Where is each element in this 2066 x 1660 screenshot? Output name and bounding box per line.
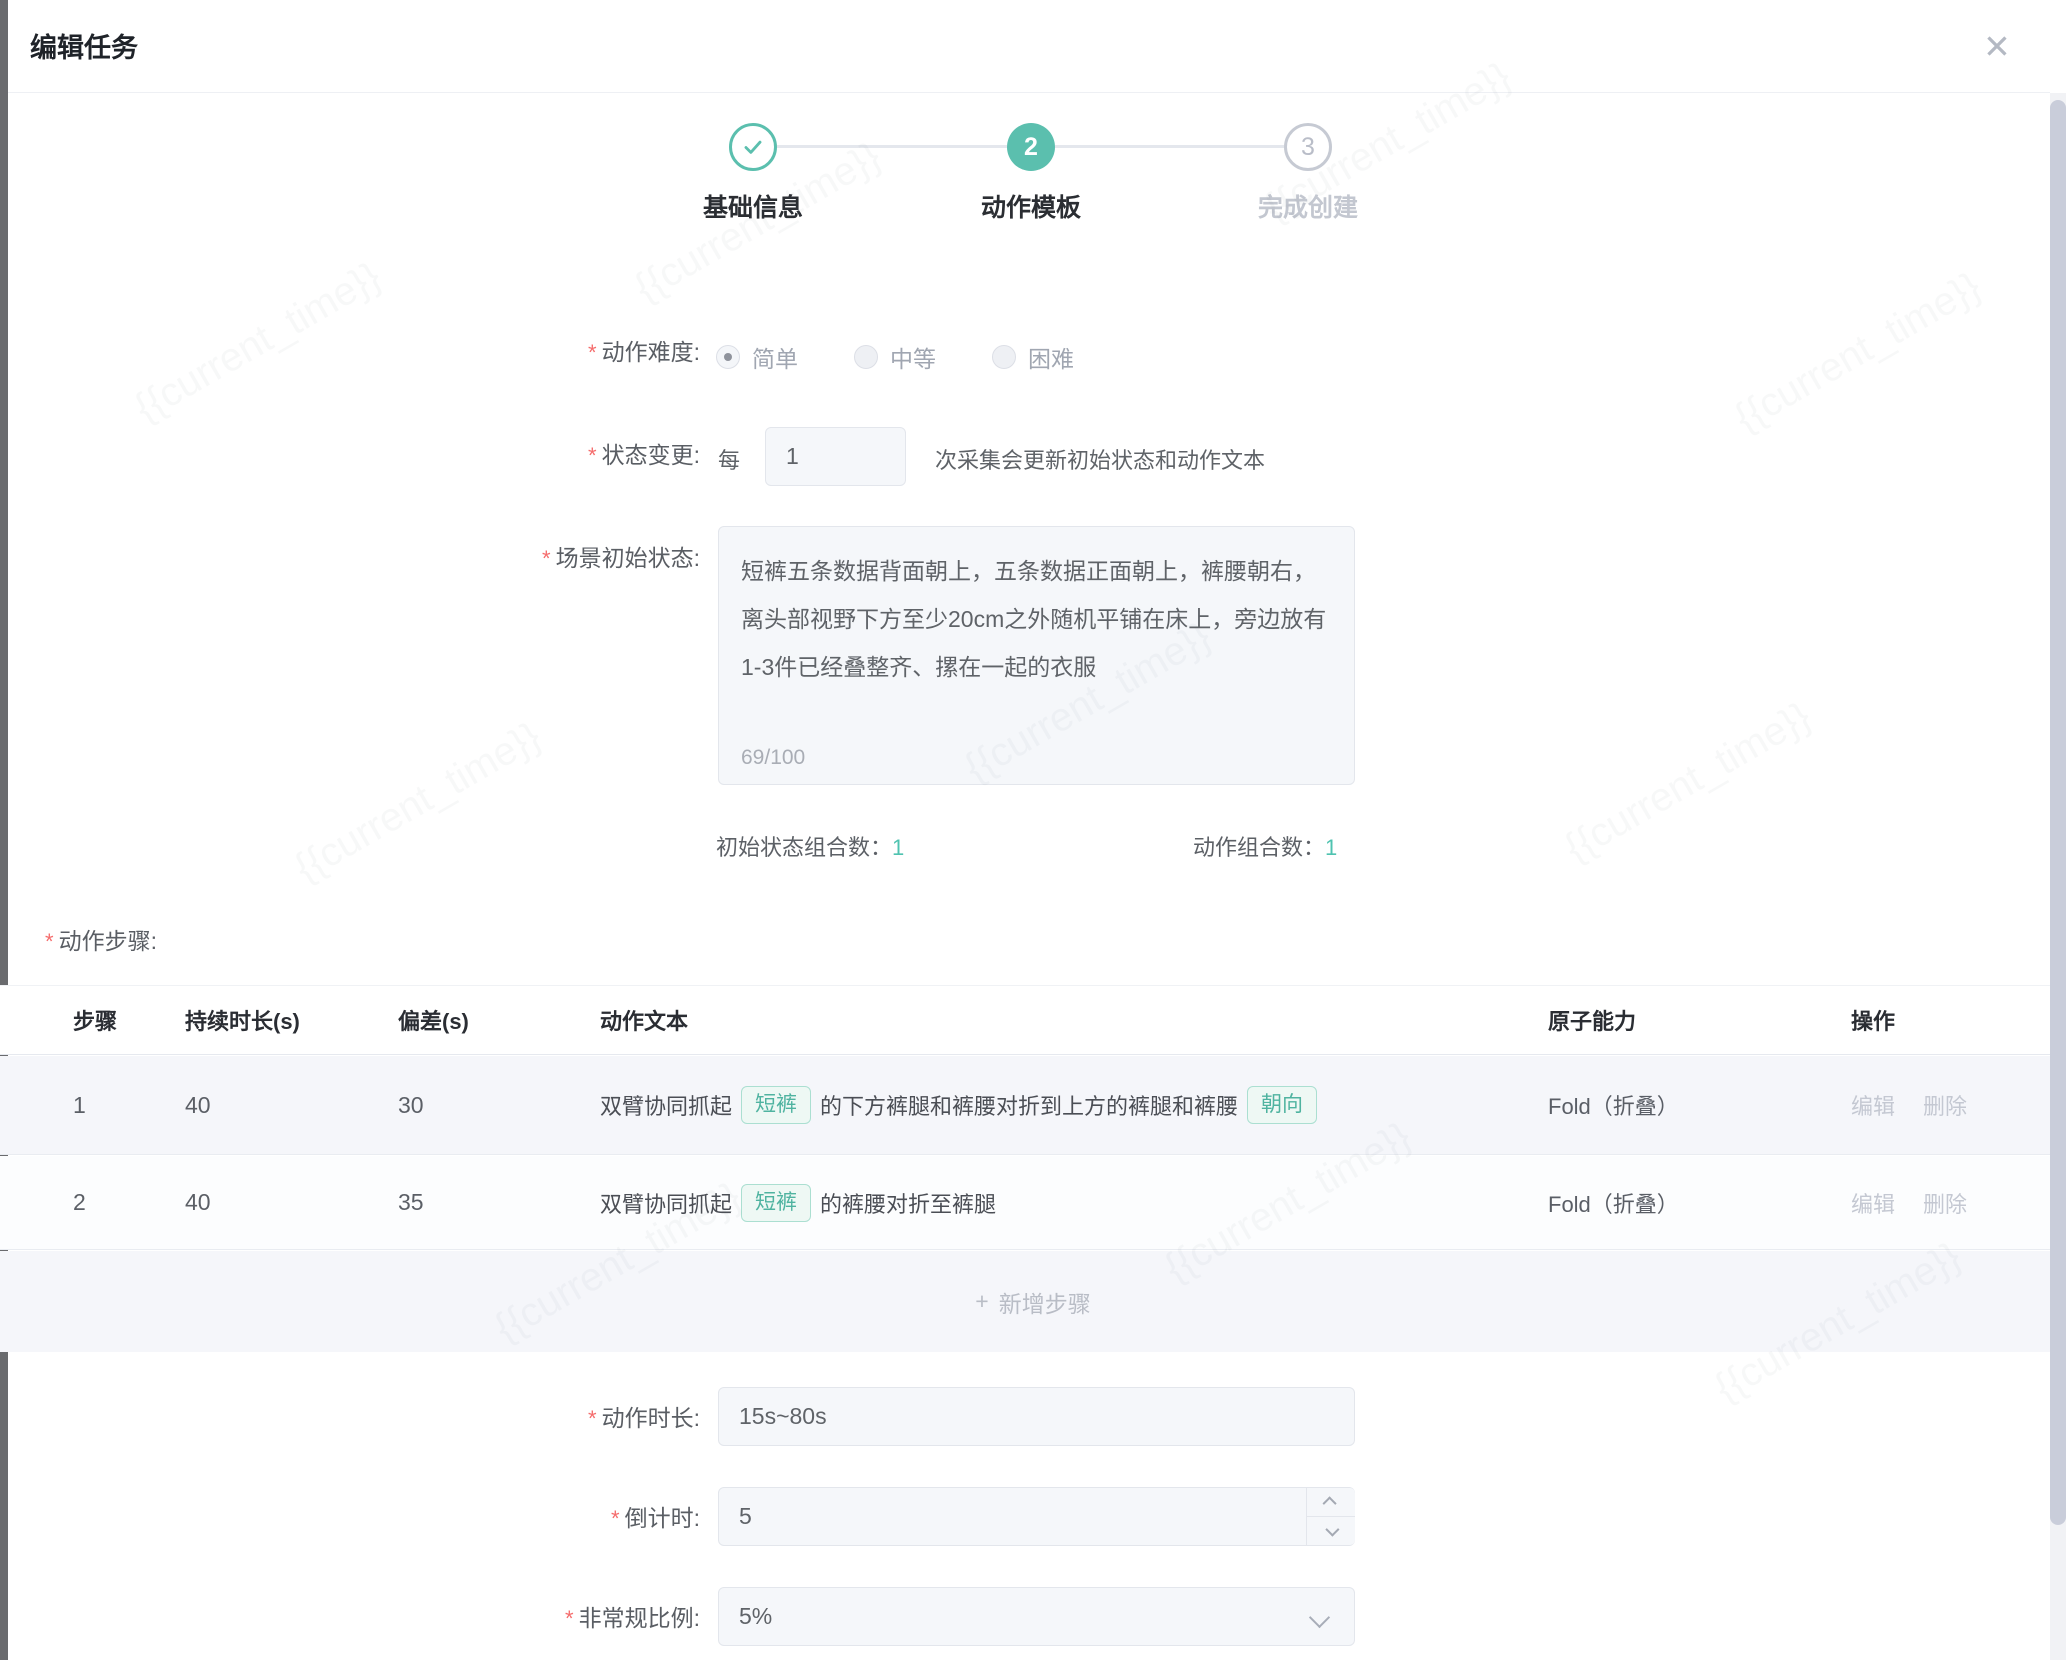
chevron-up-icon	[1323, 1496, 1337, 1510]
close-icon[interactable]: ✕	[1975, 24, 2019, 68]
delete-link[interactable]: 删除	[1923, 1187, 1967, 1219]
scrollbar-thumb[interactable]	[2050, 100, 2066, 1525]
duration-label: *动作时长:	[340, 1404, 700, 1433]
cell-ability: Fold（折叠）	[1548, 1089, 1851, 1121]
scene-state-textarea[interactable]: 短裤五条数据背面朝上，五条数据正面朝上，裤腰朝右，离头部视野下方至少20cm之外…	[719, 527, 1354, 723]
step-2-label: 动作模板	[911, 188, 1151, 224]
col-operations: 操作	[1851, 1004, 2066, 1036]
action-steps-label: *动作步骤:	[45, 922, 157, 956]
action-text-part: 的裤腰对折至裤腿	[820, 1187, 996, 1219]
orientation-tag[interactable]: 朝向	[1247, 1086, 1317, 1124]
edit-link[interactable]: 编辑	[1851, 1187, 1895, 1219]
spinner-increase-button[interactable]	[1307, 1488, 1355, 1517]
action-text-part: 双臂协同抓起	[600, 1187, 732, 1219]
radio-hard[interactable]: 困难	[992, 340, 1074, 374]
countdown-label: *倒计时:	[340, 1504, 700, 1533]
scene-state-label: *场景初始状态:	[340, 544, 700, 573]
cell-deviation: 35	[398, 1189, 600, 1216]
initial-combo-count: 初始状态组合数：1	[716, 830, 904, 862]
chevron-down-icon	[1325, 1523, 1339, 1537]
edit-task-dialog: {{current_time}} {{current_time}} {{curr…	[0, 0, 2066, 1660]
watermark-text: {{current_time}}	[1557, 694, 1818, 871]
object-tag[interactable]: 短裤	[741, 1184, 811, 1222]
cell-operations: 编辑 删除	[1851, 1089, 2066, 1121]
add-step-label: 新增步骤	[999, 1285, 1091, 1319]
step-1-label: 基础信息	[633, 188, 873, 224]
cell-step: 1	[73, 1092, 185, 1119]
difficulty-label: *动作难度:	[340, 338, 700, 367]
watermark-text: {{current_time}}	[287, 714, 548, 891]
radio-medium[interactable]: 中等	[854, 340, 936, 374]
radio-dot-icon	[992, 345, 1016, 369]
action-combo-count: 动作组合数：1	[1193, 830, 1337, 862]
header-divider	[8, 92, 2050, 93]
col-action-text: 动作文本	[600, 1004, 1548, 1036]
cell-action-text: 双臂协同抓起 短裤 的下方裤腿和裤腰对折到上方的裤腿和裤腰 朝向	[600, 1086, 1548, 1124]
required-asterisk: *	[588, 443, 597, 468]
unusual-ratio-label: *非常规比例:	[340, 1604, 700, 1633]
stepper-connector-2	[1055, 145, 1284, 148]
cell-ability: Fold（折叠）	[1548, 1187, 1851, 1219]
initial-combo-value: 1	[892, 835, 904, 860]
step-2-circle[interactable]: 2	[1007, 123, 1055, 171]
delete-link[interactable]: 删除	[1923, 1089, 1967, 1121]
required-asterisk: *	[611, 1506, 620, 1531]
radio-medium-label: 中等	[890, 340, 936, 374]
col-deviation: 偏差(s)	[398, 1004, 600, 1036]
edit-link[interactable]: 编辑	[1851, 1089, 1895, 1121]
action-text-part: 的下方裤腿和裤腰对折到上方的裤腿和裤腰	[820, 1089, 1238, 1121]
table-row: 2 40 35 双臂协同抓起 短裤 的裤腰对折至裤腿 Fold（折叠） 编辑 删…	[0, 1156, 2066, 1250]
cell-step: 2	[73, 1189, 185, 1216]
step-3-circle[interactable]: 3	[1284, 123, 1332, 171]
state-change-label: *状态变更:	[340, 441, 700, 470]
cell-duration: 40	[185, 1189, 398, 1216]
step-1-circle[interactable]	[729, 123, 777, 171]
cell-duration: 40	[185, 1092, 398, 1119]
dialog-title: 编辑任务	[30, 26, 138, 65]
stepper-connector-1	[777, 145, 1007, 148]
action-combo-value: 1	[1325, 835, 1337, 860]
char-counter: 69/100	[741, 746, 805, 770]
action-text-part: 双臂协同抓起	[600, 1089, 732, 1121]
required-asterisk: *	[45, 929, 54, 954]
required-asterisk: *	[588, 1406, 597, 1431]
check-icon	[740, 134, 766, 160]
col-duration: 持续时长(s)	[185, 1004, 398, 1036]
unusual-ratio-select[interactable]	[718, 1587, 1355, 1646]
number-spinner	[1306, 1488, 1355, 1545]
plus-icon: +	[975, 1288, 988, 1315]
watermark-text: {{current_time}}	[1727, 264, 1988, 441]
step-3-label: 完成创建	[1188, 188, 1428, 224]
required-asterisk: *	[542, 546, 551, 571]
countdown-input[interactable]	[718, 1487, 1355, 1546]
radio-dot-icon	[716, 345, 740, 369]
radio-hard-label: 困难	[1028, 340, 1074, 374]
state-change-suffix: 次采集会更新初始状态和动作文本	[935, 443, 1265, 475]
scene-state-textarea-box: 短裤五条数据背面朝上，五条数据正面朝上，裤腰朝右，离头部视野下方至少20cm之外…	[718, 526, 1355, 785]
steps-table-header: 步骤 持续时长(s) 偏差(s) 动作文本 原子能力 操作	[0, 985, 2066, 1055]
state-change-prefix: 每	[718, 443, 740, 475]
required-asterisk: *	[588, 340, 597, 365]
col-ability: 原子能力	[1548, 1004, 1851, 1036]
col-step: 步骤	[73, 1004, 185, 1036]
cell-action-text: 双臂协同抓起 短裤 的裤腰对折至裤腿	[600, 1184, 1548, 1222]
scrollbar-track[interactable]	[2050, 93, 2066, 1660]
add-step-button[interactable]: + 新增步骤	[975, 1285, 1090, 1319]
state-change-input[interactable]	[765, 427, 906, 486]
object-tag[interactable]: 短裤	[741, 1086, 811, 1124]
table-row: 1 40 30 双臂协同抓起 短裤 的下方裤腿和裤腰对折到上方的裤腿和裤腰 朝向…	[0, 1056, 2066, 1155]
radio-dot-icon	[854, 345, 878, 369]
duration-input[interactable]	[718, 1387, 1355, 1446]
required-asterisk: *	[565, 1606, 574, 1631]
spinner-decrease-button[interactable]	[1307, 1517, 1355, 1545]
radio-simple[interactable]: 简单	[716, 340, 798, 374]
cell-deviation: 30	[398, 1092, 600, 1119]
cell-operations: 编辑 删除	[1851, 1187, 2066, 1219]
radio-simple-label: 简单	[752, 340, 798, 374]
add-step-band: + 新增步骤	[0, 1251, 2066, 1352]
difficulty-radio-group: 简单 中等 困难	[716, 340, 1130, 374]
page-edge-strip	[0, 0, 8, 1660]
